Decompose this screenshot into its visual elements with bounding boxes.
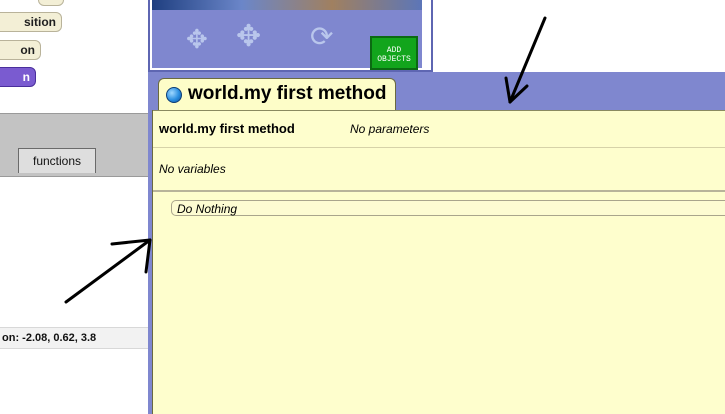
object-details-panel: sition on n functions on: -2.08, 0.62, 3… <box>0 0 148 414</box>
method-header: world.my first method No parameters <box>153 110 725 148</box>
scene-view[interactable] <box>152 0 422 10</box>
world-view-panel: ✥ ✥ ⟳ ADD OBJECTS <box>148 0 433 72</box>
tab-functions[interactable]: functions <box>18 148 96 173</box>
rotate-icon[interactable]: ⟳ <box>310 23 333 51</box>
method-editor: world.my first method No parameters No v… <box>152 110 725 414</box>
variables-row: No variables <box>153 148 725 192</box>
move-arrows-icon[interactable]: ✥ <box>236 22 261 52</box>
globe-icon <box>166 87 182 103</box>
add-objects-label-line2: OBJECTS <box>377 55 411 64</box>
move-arrows-icon[interactable]: ✥ <box>186 26 208 52</box>
editor-tab-title: world.my first method <box>188 83 387 104</box>
add-objects-button[interactable]: ADD OBJECTS <box>370 36 418 70</box>
property-pill-position[interactable]: sition <box>0 12 62 32</box>
add-objects-label-line1: ADD <box>386 46 402 55</box>
method-name: world.my first method <box>159 121 295 136</box>
method-body-drop-area[interactable]: Do Nothing <box>171 200 725 216</box>
property-pill-top[interactable] <box>38 0 64 6</box>
app-window: sition on n functions on: -2.08, 0.62, 3… <box>0 0 725 414</box>
position-readout: on: -2.08, 0.62, 3.8 <box>0 327 148 349</box>
parameters-label: No parameters <box>350 122 430 136</box>
property-pill-selected[interactable]: n <box>0 67 36 87</box>
camera-controls: ✥ ✥ ⟳ ADD OBJECTS <box>152 10 422 70</box>
property-pill-b[interactable]: on <box>0 40 41 60</box>
do-nothing-label: Do Nothing <box>177 202 238 216</box>
variables-label: No variables <box>159 162 226 176</box>
tab-world-my-first-method[interactable]: world.my first method <box>158 78 396 110</box>
